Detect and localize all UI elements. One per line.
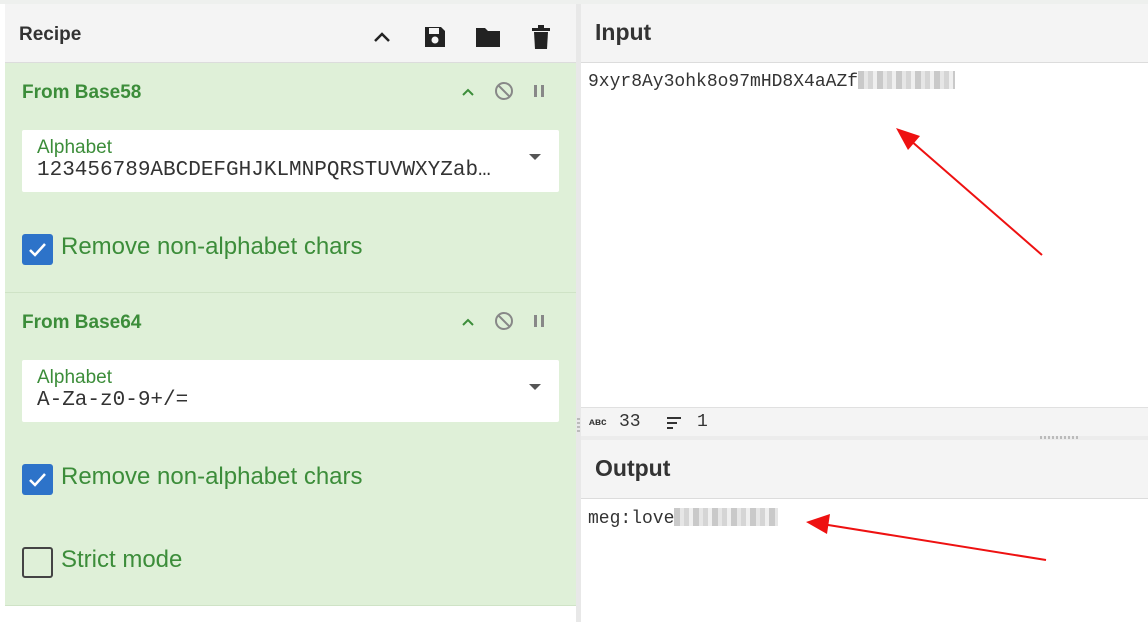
arrow-to-input bbox=[909, 139, 1043, 256]
arrowhead-icon bbox=[806, 514, 830, 534]
arrow-to-output bbox=[821, 523, 1047, 561]
annotation-arrows bbox=[806, 128, 1047, 561]
cyberchef-app: Recipe From Base58 Alphabet 123456789ABC… bbox=[0, 0, 1148, 622]
